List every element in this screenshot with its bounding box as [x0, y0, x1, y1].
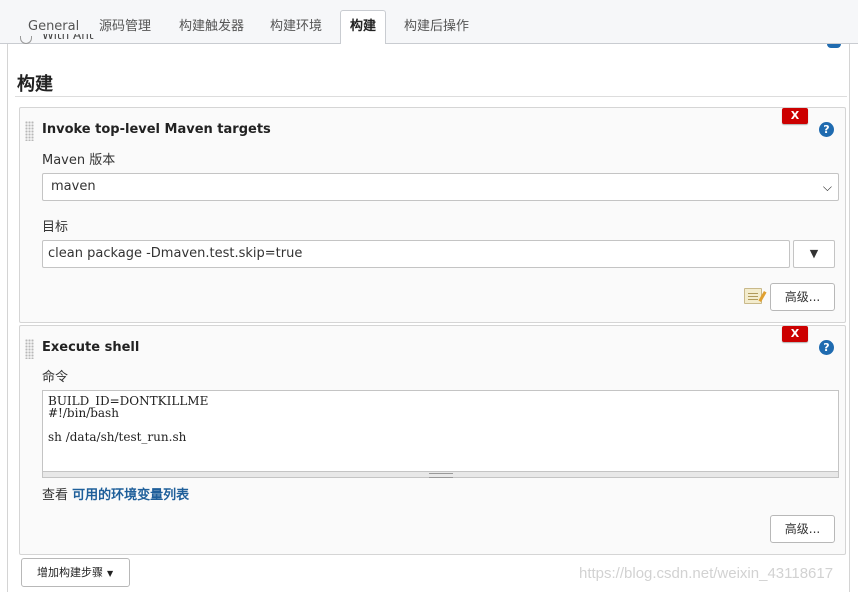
delete-step-button[interactable]: X: [782, 108, 808, 124]
tab-bar: General 源码管理 构建触发器 构建环境 构建 构建后操作: [0, 0, 858, 45]
advanced-button[interactable]: 高级...: [770, 283, 835, 311]
tab-build-environment[interactable]: 构建环境: [256, 11, 336, 44]
watermark: https://blog.csdn.net/weixin_43118617: [579, 565, 834, 582]
add-build-step-label: 增加构建步骤: [37, 566, 103, 579]
tab-build-triggers[interactable]: 构建触发器: [165, 11, 258, 44]
goals-label: 目标: [42, 220, 69, 235]
maven-step: Invoke top-level Maven targets X ? Maven…: [19, 107, 846, 323]
env-vars-link[interactable]: 可用的环境变量列表: [72, 488, 189, 503]
shell-step: Execute shell X ? 命令 BUILD_ID=DONTKILLME…: [19, 325, 846, 555]
delete-step-button[interactable]: X: [782, 326, 808, 342]
tab-build[interactable]: 构建: [340, 10, 387, 45]
chevron-down-icon: ⌵: [822, 180, 832, 194]
goals-expand-button[interactable]: ▼: [793, 240, 835, 268]
drag-handle-icon[interactable]: [25, 339, 34, 359]
env-vars-line: 查看 可用的环境变量列表: [42, 484, 189, 503]
advanced-button[interactable]: 高级...: [770, 515, 835, 543]
goals-input[interactable]: clean package -Dmaven.test.skip=true: [42, 240, 790, 268]
maven-version-select[interactable]: maven ⌵: [42, 173, 839, 201]
add-build-step-button[interactable]: 增加构建步骤 ▼: [21, 558, 130, 587]
textarea-resize-handle[interactable]: [42, 472, 839, 478]
notepad-icon[interactable]: [744, 288, 762, 304]
maven-version-value: maven: [51, 179, 96, 194]
section-divider: [15, 96, 847, 97]
section-title: 构建: [17, 74, 53, 95]
caret-down-icon: ▼: [107, 569, 114, 578]
env-vars-prefix: 查看: [42, 488, 69, 503]
help-icon[interactable]: ?: [819, 122, 834, 137]
shell-step-title: Execute shell: [42, 340, 140, 355]
tab-post-build[interactable]: 构建后操作: [390, 11, 483, 44]
help-icon[interactable]: ?: [819, 340, 834, 355]
maven-version-label: Maven 版本: [42, 153, 116, 168]
maven-step-title: Invoke top-level Maven targets: [42, 122, 271, 137]
command-textarea[interactable]: BUILD_ID=DONTKILLME #!/bin/bash sh /data…: [42, 390, 839, 472]
with-ant-label: With Ant: [42, 34, 94, 42]
command-label: 命令: [42, 370, 69, 385]
tab-source-control[interactable]: 源码管理: [85, 11, 165, 44]
help-icon[interactable]: [827, 44, 841, 48]
drag-handle-icon[interactable]: [25, 121, 34, 141]
